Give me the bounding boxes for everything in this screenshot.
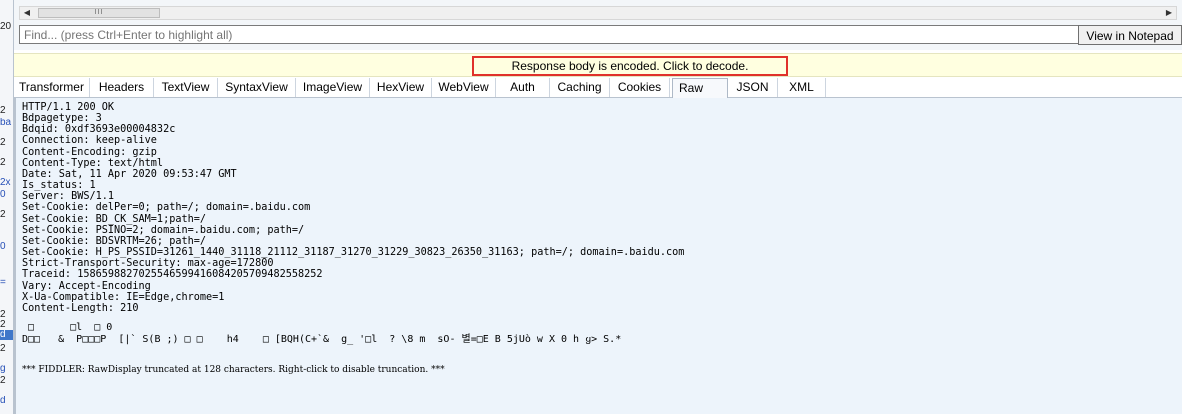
session-item[interactable]: 0 bbox=[0, 242, 13, 252]
response-header-line: Content-Type: text/html bbox=[22, 157, 164, 169]
tab-textview[interactable]: TextView bbox=[154, 78, 218, 97]
sessions-gutter: 20 2 ba 2 2 2x 0 2 0 = 2 2 d 2 g 2 d bbox=[0, 0, 14, 414]
session-item[interactable]: 2 bbox=[0, 158, 13, 168]
response-header-line: Date: Sat, 11 Apr 2020 09:53:47 GMT bbox=[22, 168, 237, 180]
session-item[interactable]: 20 bbox=[0, 22, 13, 32]
response-body-line: D□□ & P□□□P [|` S(B ;) □ □ h4 □ [BQH(C+`… bbox=[22, 334, 622, 345]
session-item[interactable]: 2 bbox=[0, 320, 13, 330]
response-header-line: HTTP/1.1 200 OK bbox=[22, 102, 115, 113]
find-input[interactable] bbox=[19, 25, 1080, 44]
response-header-line: Is_status: 1 bbox=[22, 180, 96, 192]
session-item[interactable]: 2 bbox=[0, 138, 13, 148]
response-header-line: Set-Cookie: BD_CK_SAM=1;path=/ bbox=[22, 213, 207, 225]
decode-banner[interactable]: Response body is encoded. Click to decod… bbox=[472, 56, 788, 76]
scroll-right-arrow-icon[interactable]: ▶ bbox=[1162, 7, 1176, 19]
session-item[interactable]: 0 bbox=[0, 190, 13, 200]
scroll-left-arrow-icon[interactable]: ◀ bbox=[20, 7, 34, 19]
tab-xml[interactable]: XML bbox=[778, 78, 826, 97]
session-item-selected[interactable]: d bbox=[0, 330, 13, 340]
request-pane-footer: ◀ III ▶ View in Notepad bbox=[14, 0, 1182, 50]
tab-webview[interactable]: WebView bbox=[432, 78, 496, 97]
horizontal-scrollbar[interactable]: ◀ III ▶ bbox=[19, 6, 1177, 20]
tab-hexview[interactable]: HexView bbox=[370, 78, 432, 97]
response-header-line: Set-Cookie: PSINO=2; domain=.baidu.com; … bbox=[22, 224, 305, 236]
response-header-line: Traceid: 1586598827025546599416084205709… bbox=[22, 269, 323, 281]
session-item[interactable]: ba bbox=[0, 118, 13, 128]
scrollbar-thumb[interactable]: III bbox=[38, 8, 160, 18]
response-headers-text[interactable]: HTTP/1.1 200 OK Bdpagetype: 3 Bdqid: 0xdf3… bbox=[22, 102, 684, 314]
response-header-line: X-Ua-Compatible: IE=Edge,chrome=1 bbox=[22, 291, 225, 303]
raw-response-view[interactable]: HTTP/1.1 200 OK Bdpagetype: 3 Bdqid: 0xdf3… bbox=[14, 98, 1182, 414]
truncation-notice: *** FIDDLER: RawDisplay truncated at 128… bbox=[22, 365, 445, 375]
response-header-line: Set-Cookie: delPer=0; path=/; domain=.ba… bbox=[22, 202, 311, 214]
response-header-line: Server: BWS/1.1 bbox=[22, 191, 115, 203]
session-item[interactable]: g bbox=[0, 364, 13, 374]
session-item[interactable]: d bbox=[0, 396, 13, 406]
response-header-line: Content-Encoding: gzip bbox=[22, 146, 157, 158]
response-body-line: □ □l □ 0 bbox=[22, 322, 113, 333]
response-header-line: Strict-Transport-Security: max-age=17280… bbox=[22, 258, 274, 270]
response-header-line: Content-Length: 210 bbox=[22, 302, 139, 314]
tab-headers[interactable]: Headers bbox=[90, 78, 154, 97]
session-item[interactable]: 2x bbox=[0, 178, 13, 188]
tab-json[interactable]: JSON bbox=[728, 78, 778, 97]
view-in-notepad-button[interactable]: View in Notepad bbox=[1078, 25, 1182, 45]
session-item[interactable]: 2 bbox=[0, 310, 13, 320]
tab-raw[interactable]: Raw bbox=[672, 78, 728, 98]
tab-transformer[interactable]: Transformer bbox=[14, 78, 90, 97]
session-item[interactable]: 2 bbox=[0, 106, 13, 116]
response-header-line: Bdpagetype: 3 bbox=[22, 113, 102, 125]
response-header-line: Connection: keep-alive bbox=[22, 135, 157, 147]
response-body-text[interactable]: □ □l □ 0 D□□ & P□□□P [|` S(B ;) □ □ h4 □ … bbox=[22, 322, 621, 346]
session-item[interactable]: 2 bbox=[0, 376, 13, 386]
session-item[interactable]: 2 bbox=[0, 344, 13, 354]
response-header-line: Set-Cookie: BDSVRTM=26; path=/ bbox=[22, 235, 207, 247]
response-inspector-tabs: Transformer Headers TextView SyntaxView … bbox=[14, 78, 1182, 98]
tab-caching[interactable]: Caching bbox=[550, 78, 610, 97]
response-header-line: Vary: Accept-Encoding bbox=[22, 280, 151, 292]
response-header-line: Bdqid: 0xdf3693e00004832c bbox=[22, 124, 176, 136]
tab-imageview[interactable]: ImageView bbox=[296, 78, 370, 97]
session-item[interactable]: 2 bbox=[0, 210, 13, 220]
tab-cookies[interactable]: Cookies bbox=[610, 78, 670, 97]
session-item[interactable]: = bbox=[0, 278, 13, 288]
tab-syntaxview[interactable]: SyntaxView bbox=[218, 78, 296, 97]
encoded-notice-bar: Response body is encoded. Click to decod… bbox=[14, 53, 1182, 77]
response-header-line: Set-Cookie: H_PS_PSSID=31261_1440_31118_… bbox=[22, 247, 685, 259]
tab-auth[interactable]: Auth bbox=[496, 78, 550, 97]
